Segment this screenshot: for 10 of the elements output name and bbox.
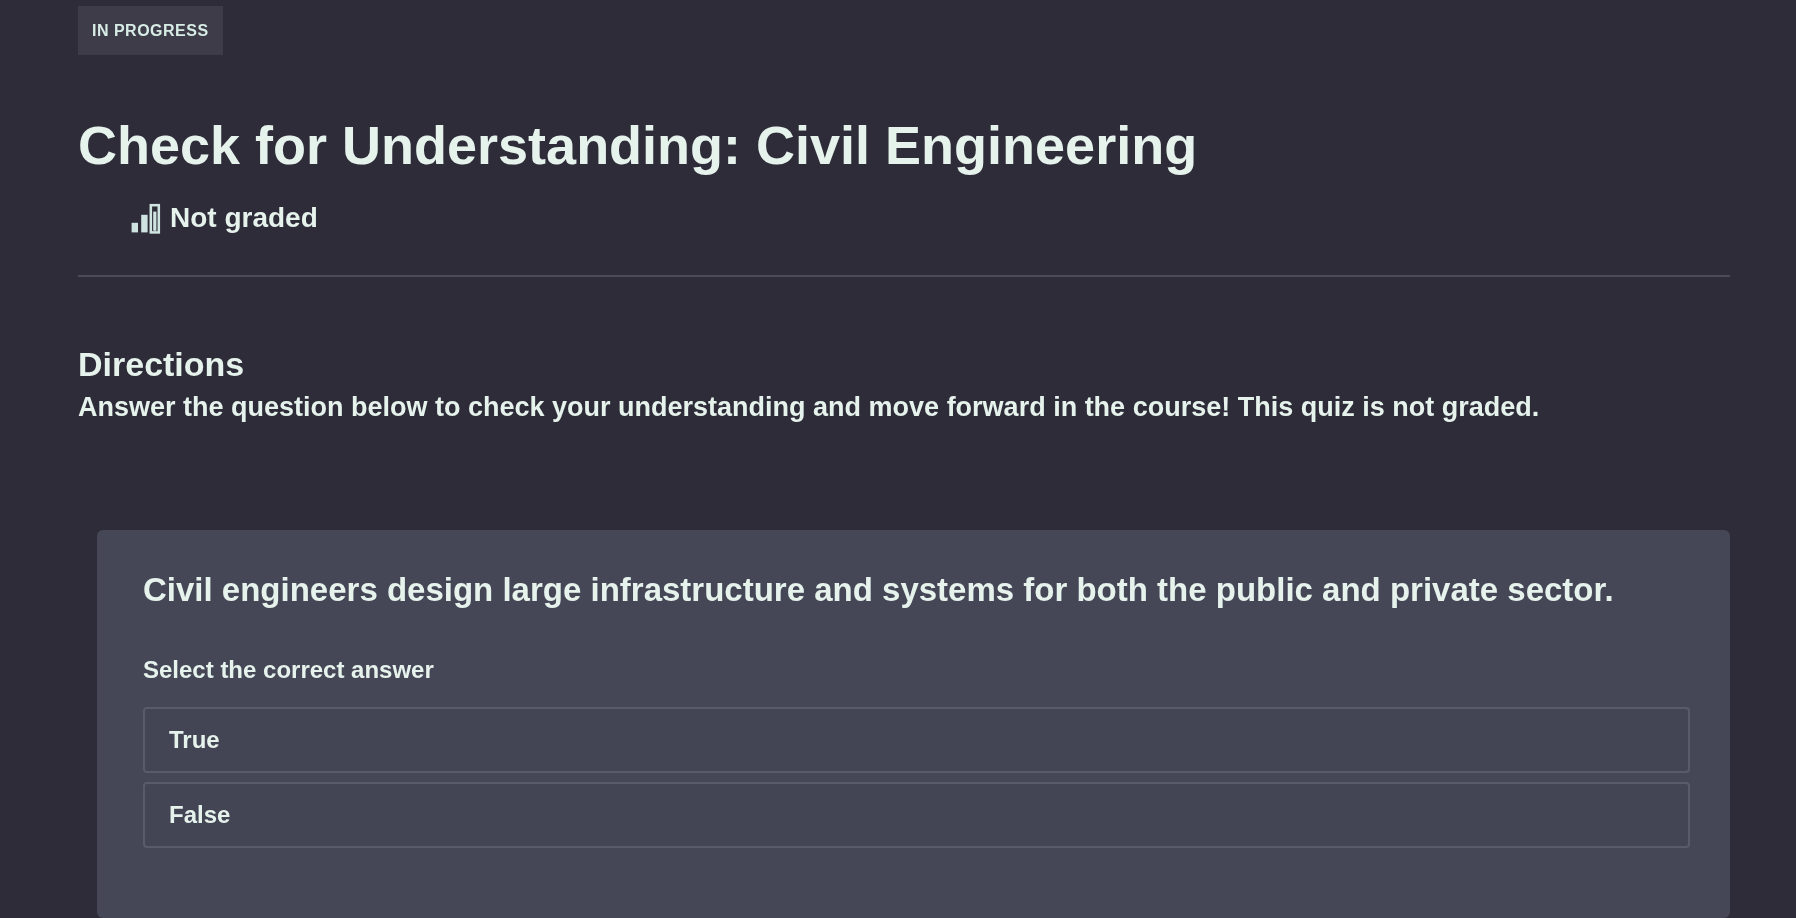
grading-status: Not graded [170,202,318,234]
answer-option[interactable]: False [143,782,1690,848]
directions-text: Answer the question below to check your understanding and move forward in the course! This quiz is not graded. [78,391,1541,424]
question-prompt: Civil engineers design large infrastructure and systems for both the public and private sector. [143,570,1615,610]
page-title: Check for Understanding: Civil Engineering [78,114,1199,176]
answer-instruction: Select the correct answer [143,655,435,685]
status-badge: IN PROGRESS [78,6,223,55]
bar-chart-icon [130,202,162,234]
directions-heading: Directions [78,344,246,385]
answer-option[interactable]: True [143,707,1690,773]
